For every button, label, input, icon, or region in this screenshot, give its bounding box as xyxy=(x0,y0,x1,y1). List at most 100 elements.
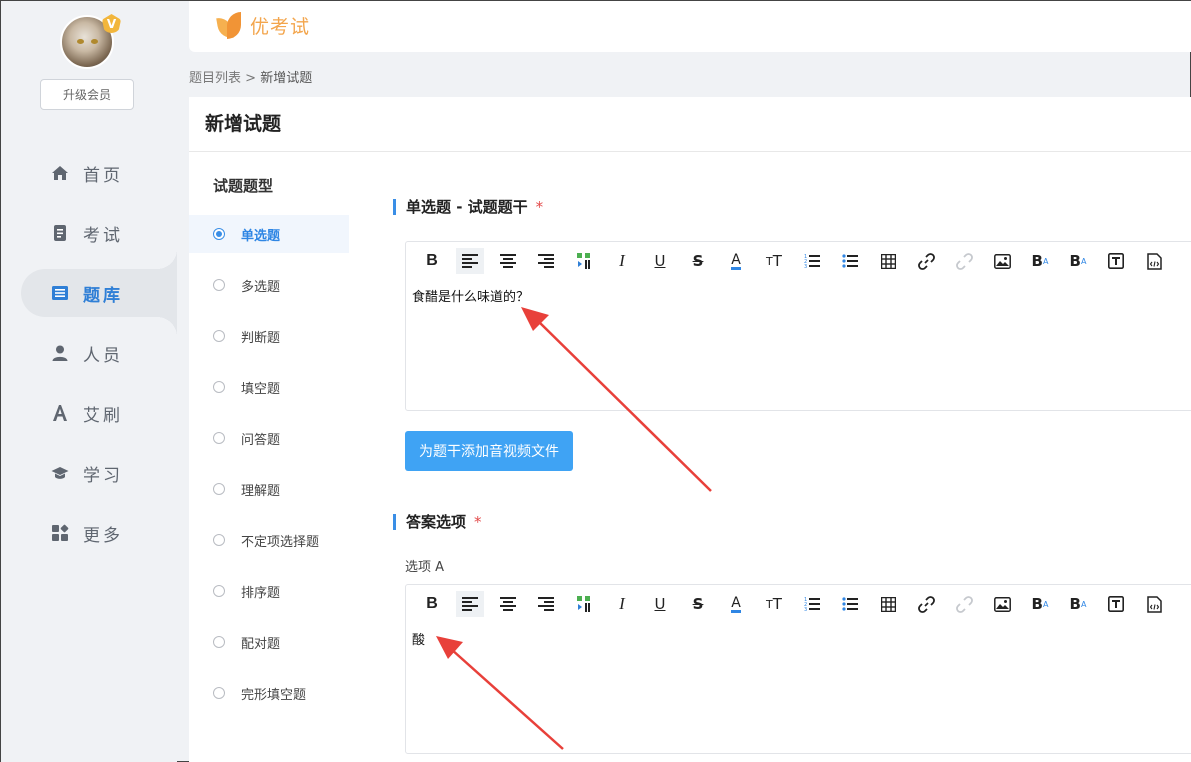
ordered-list-icon[interactable]: 123 xyxy=(798,248,826,274)
align-center-icon[interactable] xyxy=(494,248,522,274)
font-color-icon[interactable]: A xyxy=(722,591,750,617)
home-icon xyxy=(51,164,69,182)
align-center-icon[interactable] xyxy=(494,591,522,617)
bullet-list-icon[interactable] xyxy=(836,248,864,274)
required-mark: * xyxy=(535,198,544,216)
ordered-list-icon[interactable]: 123 xyxy=(798,591,826,617)
brush-icon xyxy=(51,404,69,422)
align-right-icon[interactable] xyxy=(532,591,560,617)
bold-icon[interactable]: B xyxy=(418,248,446,274)
stem-editor-content[interactable]: 食醋是什么味道的？ xyxy=(406,280,1191,311)
answer-section-label: 答案选项 xyxy=(406,513,467,531)
text-box-icon[interactable] xyxy=(1102,591,1130,617)
qtype-label: 完形填空题 xyxy=(241,687,307,703)
sidebar-item-label: 艾刷 xyxy=(83,405,123,426)
logo[interactable]: 优考试 xyxy=(216,9,310,41)
qtype-option[interactable]: 理解题 xyxy=(189,470,349,508)
sidebar-item-label: 学习 xyxy=(83,465,123,486)
subscript-icon[interactable]: BA xyxy=(1064,591,1092,617)
qtype-label: 判断题 xyxy=(241,330,281,346)
avatar-eye xyxy=(91,39,98,44)
align-left-icon[interactable] xyxy=(456,591,484,617)
breadcrumb-parent[interactable]: 题目列表 xyxy=(189,71,241,86)
stem-section-title: 单选题 - 试题题干 * xyxy=(393,199,543,215)
bullet-list-icon[interactable] xyxy=(836,591,864,617)
radio-icon xyxy=(213,330,225,342)
sidebar-item-question-bank[interactable]: 题库 xyxy=(21,249,177,337)
qtype-option[interactable]: 完形填空题 xyxy=(189,674,349,712)
superscript-icon[interactable]: BA xyxy=(1026,248,1054,274)
font-size-icon[interactable]: TT xyxy=(760,248,788,274)
font-color-icon[interactable]: A xyxy=(722,248,750,274)
avatar-eye xyxy=(77,39,84,44)
table-icon[interactable] xyxy=(874,248,902,274)
table-icon[interactable] xyxy=(874,591,902,617)
qtype-option[interactable]: 不定项选择题 xyxy=(189,521,349,559)
sidebar-item-label: 题库 xyxy=(83,285,123,306)
radio-icon xyxy=(213,483,225,495)
answer-section-title: 答案选项 * xyxy=(393,514,482,530)
upgrade-member-button[interactable]: 升级会员 xyxy=(40,79,134,110)
strikethrough-icon[interactable]: S xyxy=(684,248,712,274)
stem-editor: B IUSA TT 123 BA BA 食醋是什么味道的？ xyxy=(405,241,1191,411)
qtype-option[interactable]: 多选题 xyxy=(189,266,349,304)
sidebar-item-label: 考试 xyxy=(83,225,123,246)
top-header: 优考试 xyxy=(189,1,1191,52)
bold-icon[interactable]: B xyxy=(418,591,446,617)
qtype-option[interactable]: 排序题 xyxy=(189,572,349,610)
strikethrough-icon[interactable]: S xyxy=(684,591,712,617)
qtype-label: 理解题 xyxy=(241,483,281,499)
align-right-icon[interactable] xyxy=(532,248,560,274)
source-code-icon[interactable] xyxy=(1140,591,1168,617)
qtype-label: 排序题 xyxy=(241,585,281,601)
qtype-option[interactable]: 单选题 xyxy=(189,215,349,253)
font-size-icon[interactable]: TT xyxy=(760,591,788,617)
qtype-option[interactable]: 填空题 xyxy=(189,368,349,406)
breadcrumb-current: 新增试题 xyxy=(260,71,313,86)
radio-icon xyxy=(213,585,225,597)
sidebar-item-learning[interactable]: 学习 xyxy=(21,449,177,497)
image-icon[interactable] xyxy=(988,591,1016,617)
sidebar-item-brush[interactable]: 艾刷 xyxy=(21,389,177,437)
subscript-icon[interactable]: BA xyxy=(1064,248,1092,274)
main-panel: 新增试题 试题题型 单选题 多选题 判断题 填空题 问答题 理解题 不定项选择题… xyxy=(189,97,1191,762)
italic-icon[interactable]: I xyxy=(608,591,636,617)
radio-icon xyxy=(213,279,225,291)
radio-icon xyxy=(213,636,225,648)
image-icon[interactable] xyxy=(988,248,1016,274)
option-a-editor: B IUSA TT 123 BA BA 酸 xyxy=(405,584,1191,754)
paragraph-icon[interactable] xyxy=(570,248,598,274)
stem-editor-toolbar: B IUSA TT 123 BA BA xyxy=(406,242,1191,280)
radio-icon xyxy=(213,432,225,444)
add-media-button[interactable]: 为题干添加音视频文件 xyxy=(405,431,573,471)
sidebar: V 升级会员 首页 考试 题库 人员 艾刷 学习 更多 xyxy=(1,1,177,762)
qtype-label: 配对题 xyxy=(241,636,281,652)
qtype-option[interactable]: 问答题 xyxy=(189,419,349,457)
italic-icon[interactable]: I xyxy=(608,248,636,274)
align-left-icon[interactable] xyxy=(456,248,484,274)
underline-icon[interactable]: U xyxy=(646,591,674,617)
unlink-icon[interactable] xyxy=(950,591,978,617)
paragraph-icon[interactable] xyxy=(570,591,598,617)
radio-icon xyxy=(213,687,225,699)
underline-icon[interactable]: U xyxy=(646,248,674,274)
sidebar-item-personnel[interactable]: 人员 xyxy=(21,329,177,377)
sidebar-nav: 首页 考试 题库 人员 艾刷 学习 更多 xyxy=(1,149,177,569)
option-a-editor-content[interactable]: 酸 xyxy=(406,623,1191,654)
radio-selected-icon xyxy=(213,228,225,240)
link-icon[interactable] xyxy=(912,591,940,617)
text-box-icon[interactable] xyxy=(1102,248,1130,274)
page-title: 新增试题 xyxy=(189,97,1191,152)
sidebar-item-more[interactable]: 更多 xyxy=(21,509,177,557)
qtype-option[interactable]: 配对题 xyxy=(189,623,349,661)
logo-icon xyxy=(216,9,244,41)
radio-icon xyxy=(213,381,225,393)
qtype-option[interactable]: 判断题 xyxy=(189,317,349,355)
unlink-icon[interactable] xyxy=(950,248,978,274)
graduation-cap-icon xyxy=(51,464,69,482)
sidebar-item-exam[interactable]: 考试 xyxy=(21,209,177,257)
superscript-icon[interactable]: BA xyxy=(1026,591,1054,617)
link-icon[interactable] xyxy=(912,248,940,274)
source-code-icon[interactable] xyxy=(1140,248,1168,274)
sidebar-item-home[interactable]: 首页 xyxy=(21,149,177,197)
